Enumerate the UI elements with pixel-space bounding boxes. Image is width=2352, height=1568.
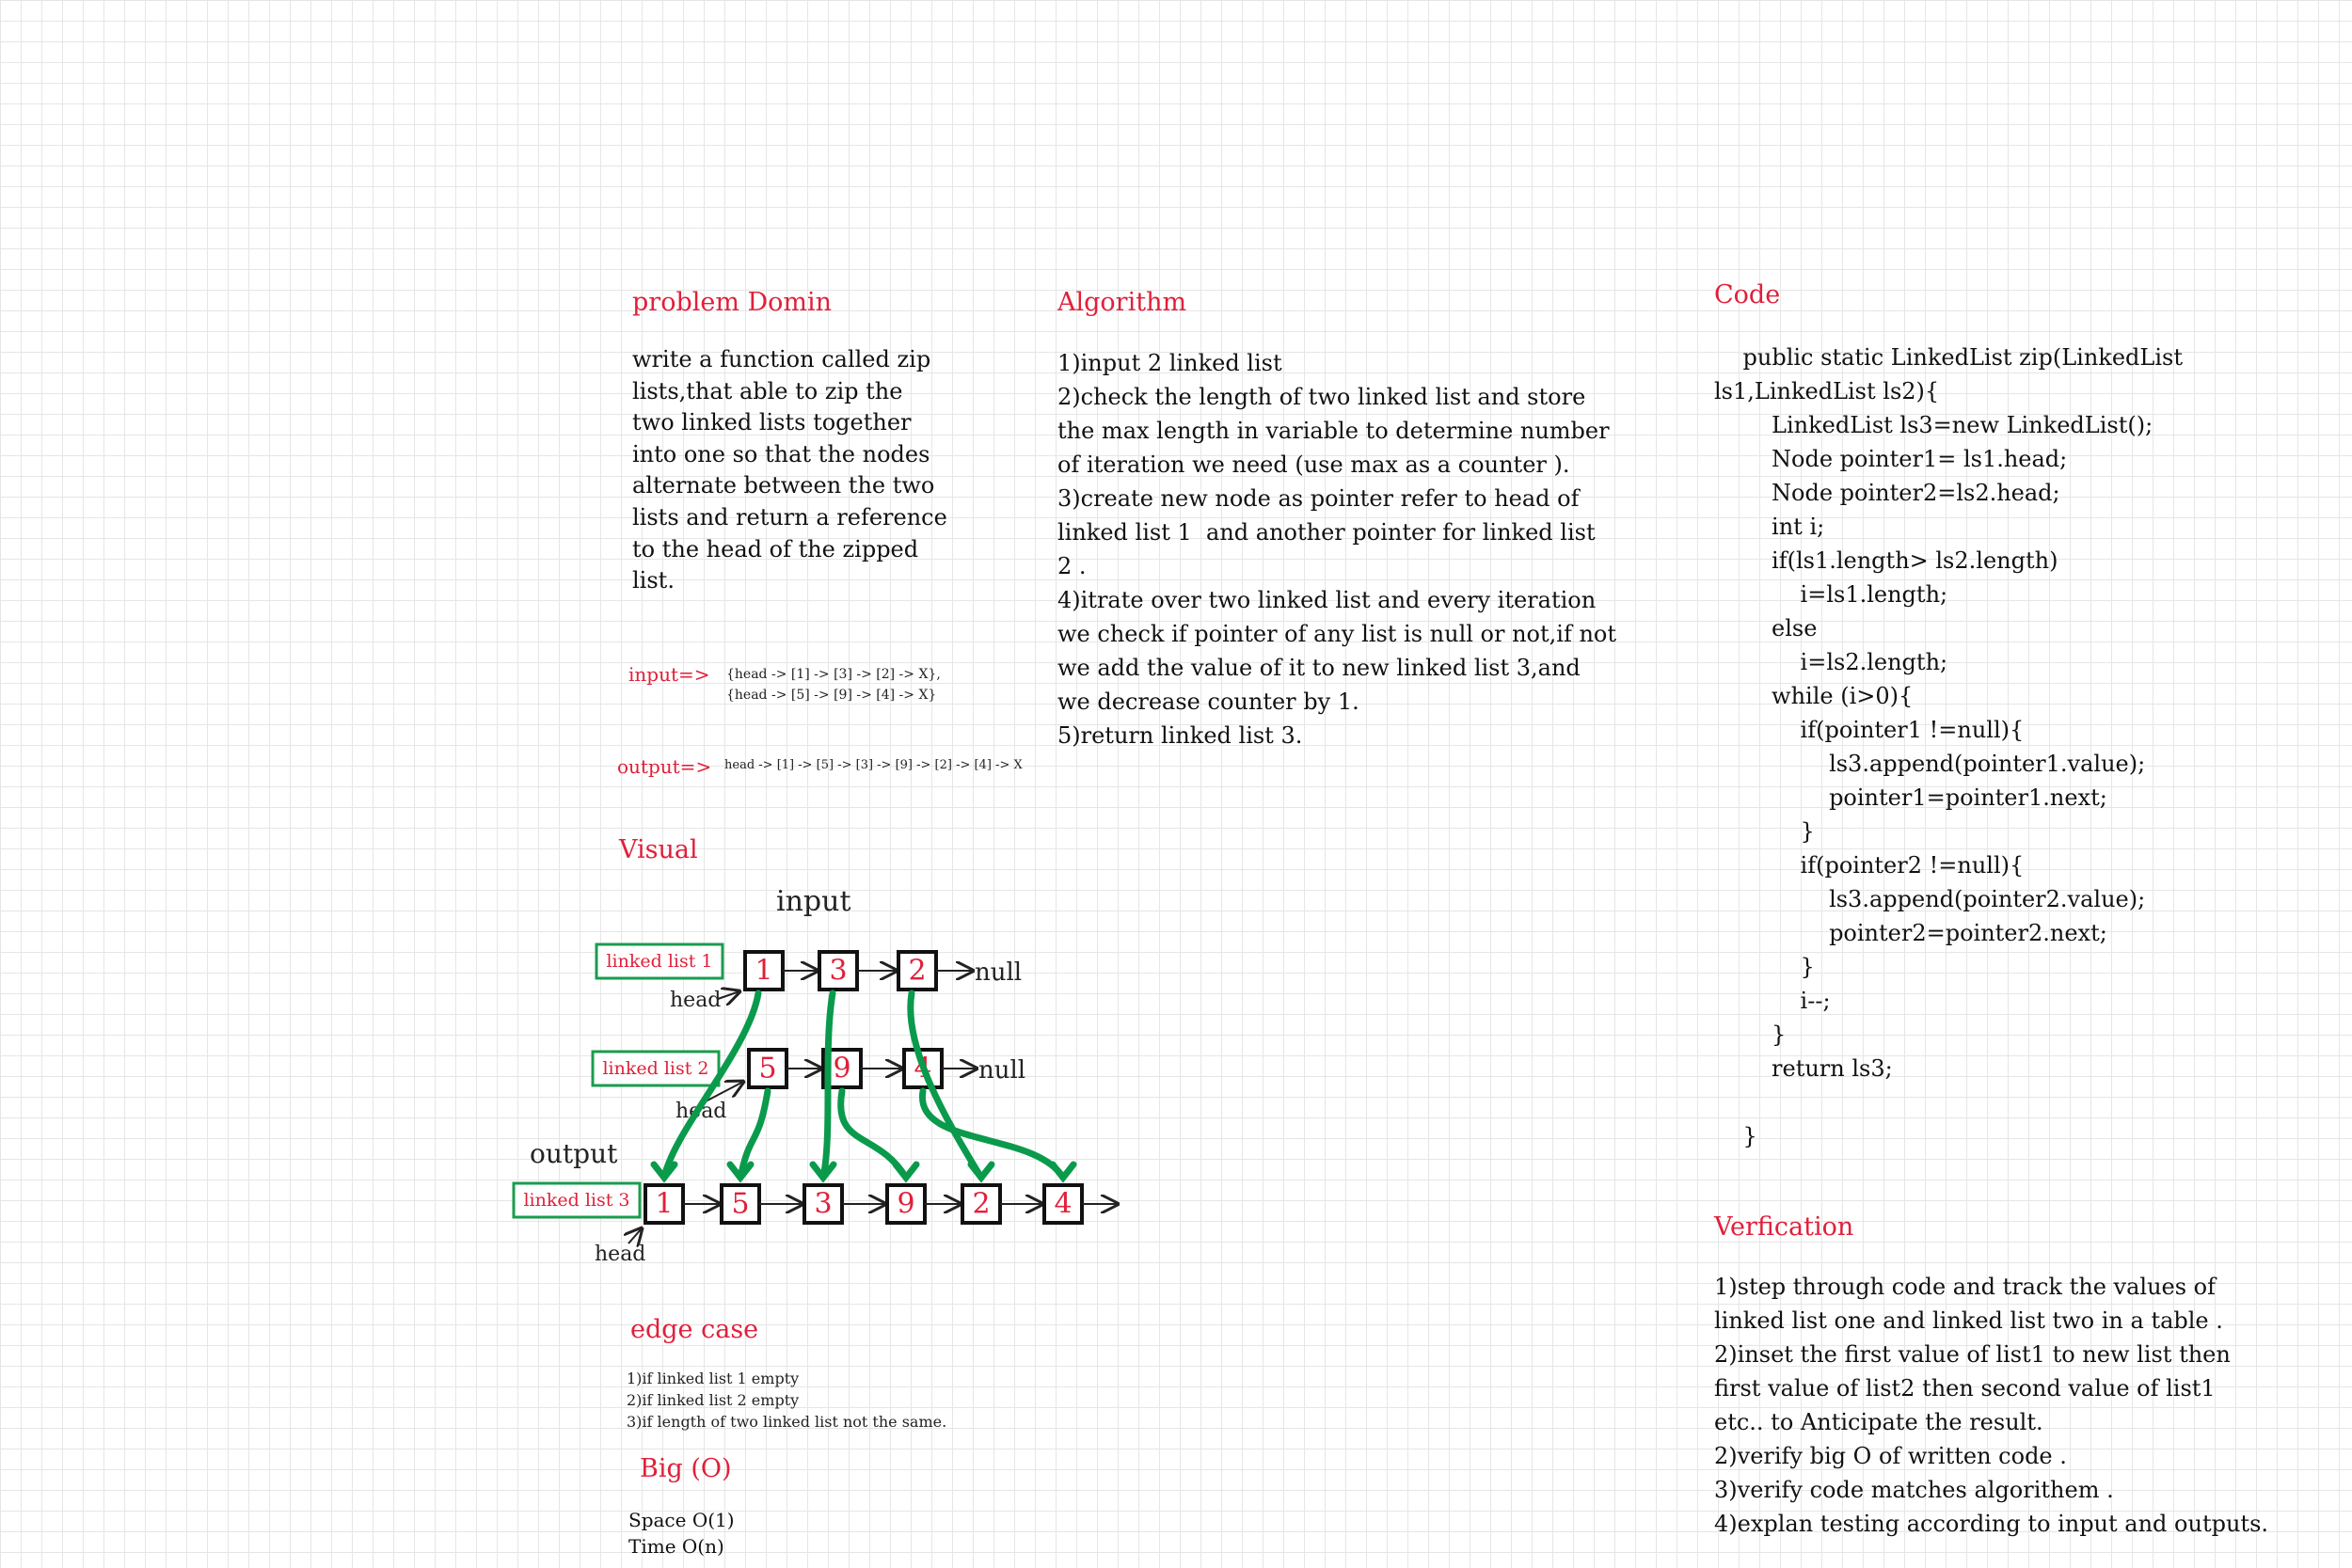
edge-case-list: 1)if linked list 1 empty 2)if linked lis… (627, 1370, 947, 1431)
list1-node: 1 (743, 950, 785, 991)
time-complexity: Time O(n) (628, 1535, 724, 1558)
node-value: 1 (655, 1188, 673, 1221)
input-title: input (776, 885, 851, 918)
linked-list-1-label: linked list 1 (606, 951, 712, 972)
list1-node: 2 (897, 950, 938, 991)
list3-node: 2 (961, 1183, 1002, 1225)
head-label-list3: head (595, 1243, 645, 1266)
edge-case-heading: edge case (630, 1315, 759, 1344)
space-complexity: Space O(1) (628, 1509, 735, 1531)
zip-arrow-head (967, 1161, 995, 1183)
zip-arrow-head (892, 1161, 920, 1183)
node-value: 3 (829, 955, 847, 988)
linked-list-3-label-box: linked list 3 (512, 1181, 642, 1219)
zip-arrow (737, 1087, 771, 1181)
linked-list-1-label-box: linked list 1 (595, 942, 724, 980)
list3-node: 9 (885, 1183, 927, 1225)
node-value: 5 (731, 1188, 749, 1221)
head-label-list1: head (670, 989, 721, 1012)
list1-node: 3 (818, 950, 859, 991)
list3-node: 5 (720, 1183, 761, 1225)
node-value: 5 (758, 1053, 776, 1085)
list2-node: 5 (747, 1048, 788, 1089)
node-value: 2 (908, 955, 926, 988)
node-value: 4 (1054, 1188, 1072, 1221)
zip-arrow-head (1049, 1161, 1077, 1183)
node-value: 3 (814, 1188, 832, 1221)
linked-list-diagram: input output linked list 1 linked list 2… (512, 885, 2352, 1266)
null-label-list1: null (975, 958, 1022, 987)
list3-node: 4 (1042, 1183, 1084, 1225)
zip-arrows (650, 990, 1077, 1183)
linked-list-2-label-box: linked list 2 (591, 1050, 721, 1087)
list3-node: 3 (803, 1183, 844, 1225)
node-value: 9 (897, 1188, 914, 1221)
linked-list-3-label: linked list 3 (523, 1190, 629, 1211)
list3-node: 1 (644, 1183, 685, 1225)
node-value: 1 (755, 955, 772, 988)
node-value: 9 (833, 1053, 850, 1085)
big-o-heading: Big (O) (640, 1454, 732, 1483)
null-label-list2: null (978, 1056, 1025, 1085)
output-title: output (530, 1138, 618, 1169)
node-value: 2 (972, 1188, 990, 1221)
linked-list-2-label: linked list 2 (602, 1058, 708, 1079)
